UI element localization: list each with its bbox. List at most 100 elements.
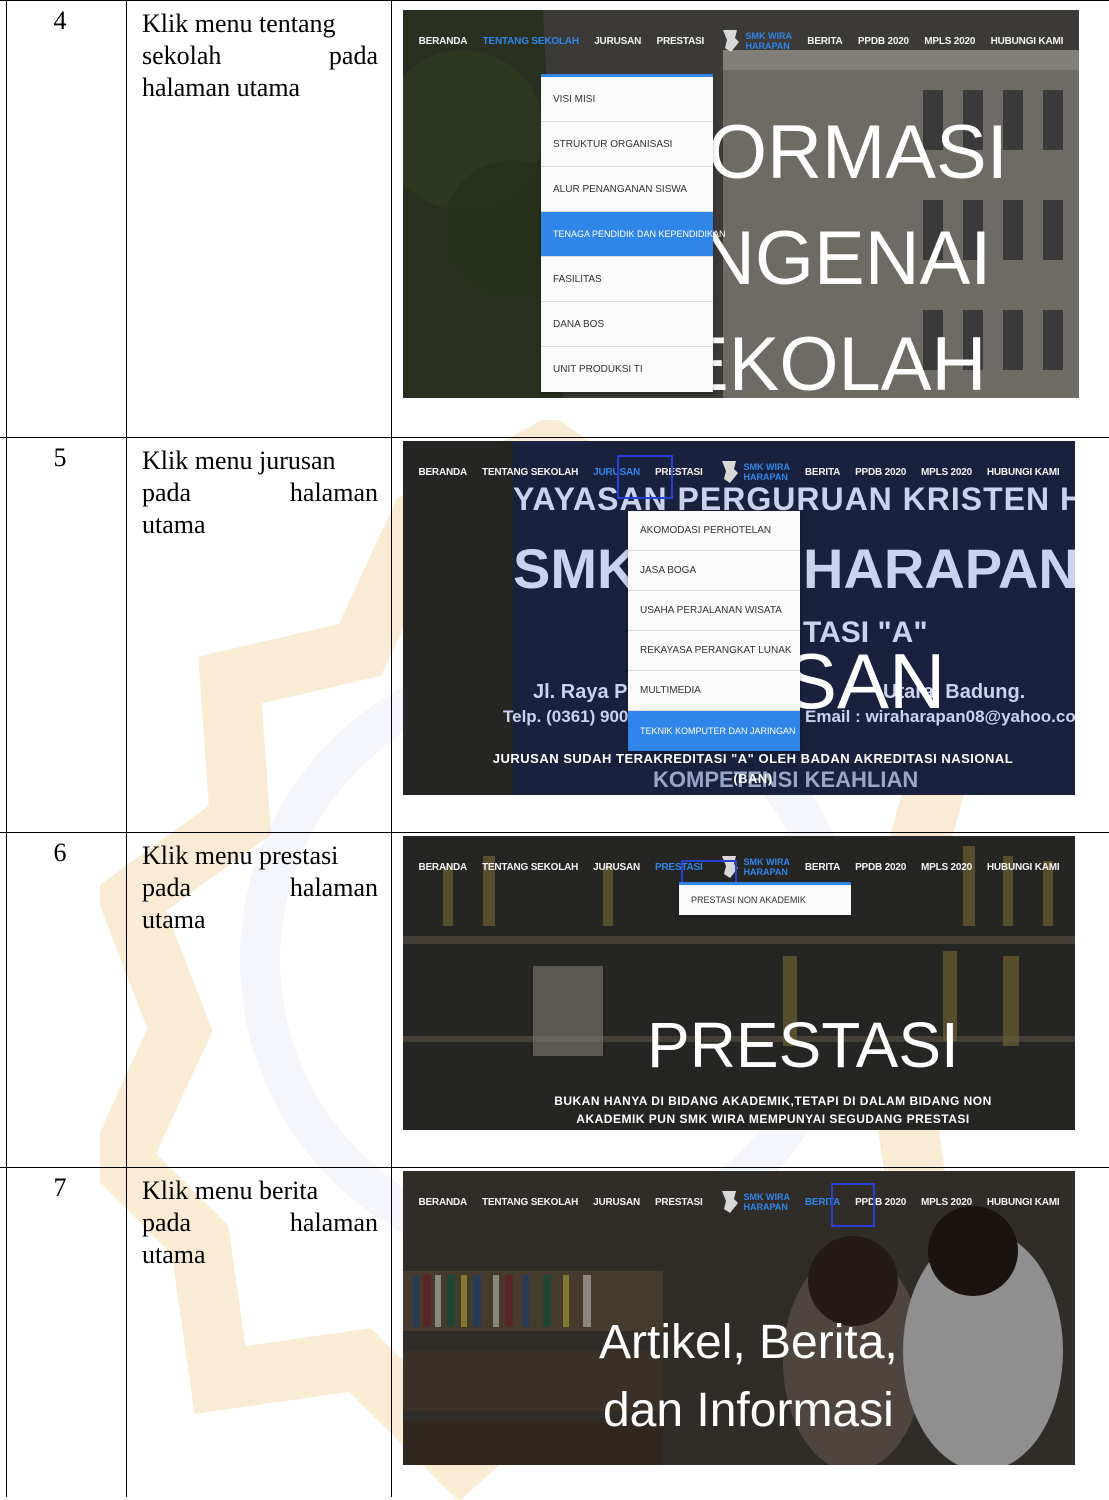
dropdown-item-selected[interactable]: TENAGA PENDIDIK DAN KEPENDIDIKAN — [541, 212, 726, 257]
description-line: pada halaman — [142, 1208, 378, 1237]
nav-hubungi-kami[interactable]: HUBUNGI KAMI — [991, 36, 1064, 47]
screenshot-berita: BERANDA TENTANG SEKOLAH JURUSAN PRESTASI… — [403, 1171, 1075, 1465]
table-row: 7 Klik menu berita pada halaman utama BE… — [0, 1167, 1109, 1497]
nav-hubungi-kami[interactable]: HUBUNGI KAMI — [987, 467, 1060, 478]
dropdown-prestasi: PRESTASI NON AKADEMIK — [679, 882, 851, 915]
hero-subtitle: BUKAN HANYA DI BIDANG AKADEMIK,TETAPI DI… — [533, 1092, 1013, 1128]
hero-heading: PRESTASI — [647, 1009, 959, 1081]
click-highlight-box — [617, 455, 673, 499]
subtitle-line: BUKAN HANYA DI BIDANG AKADEMIK,TETAPI DI… — [554, 1094, 992, 1108]
dropdown-item[interactable]: STRUKTUR ORGANISASI — [541, 122, 713, 167]
dropdown-item[interactable]: VISI MISI — [541, 77, 713, 122]
nav-beranda[interactable]: BERANDA — [419, 36, 468, 47]
dropdown-jurusan: AKOMODASI PERHOTELAN JASA BOGA USAHA PER… — [628, 511, 800, 751]
description-line: utama — [142, 905, 206, 934]
nav-ppdb[interactable]: PPDB 2020 — [858, 36, 909, 47]
logo-line: HARAPAN — [743, 867, 788, 877]
description-line: sekolah pada — [142, 41, 378, 70]
screenshot-prestasi: BERANDA TENTANG SEKOLAH JURUSAN PRESTASI… — [403, 836, 1075, 1130]
nav-jurusan[interactable]: JURUSAN — [593, 1197, 640, 1208]
dropdown-item[interactable]: JASA BOGA — [628, 551, 800, 591]
description-line: Klik menu berita — [142, 1176, 319, 1205]
hero-line: NGENAI — [700, 216, 992, 301]
logo-line: SMK WIRA — [743, 857, 791, 867]
step-description: Klik menu tentang sekolah pada halaman ut… — [142, 8, 378, 104]
site-navbar: BERANDA TENTANG SEKOLAH JURUSAN PRESTASI… — [403, 10, 1079, 72]
dropdown-item[interactable]: USAHA PERJALANAN WISATA — [628, 591, 800, 631]
logo-line: SMK WIRA — [743, 1192, 791, 1202]
nav-hubungi-kami[interactable]: HUBUNGI KAMI — [987, 862, 1060, 873]
nav-tentang-sekolah[interactable]: TENTANG SEKOLAH — [482, 467, 578, 478]
dropdown-item[interactable]: DANA BOS — [541, 302, 713, 347]
dropdown-item[interactable]: UNIT PRODUKSI TI — [541, 347, 713, 392]
site-navbar: BERANDA TENTANG SEKOLAH JURUSAN PRESTASI… — [403, 1171, 1075, 1233]
nav-prestasi[interactable]: PRESTASI — [656, 36, 704, 47]
logo-line: SMK WIRA — [745, 31, 792, 41]
nav-mpls[interactable]: MPLS 2020 — [921, 862, 972, 873]
step-number: 7 — [53, 1173, 67, 1202]
logo-icon — [721, 461, 738, 483]
step-number: 4 — [53, 6, 67, 35]
table-row: 6 Klik menu prestasi pada halaman utama B… — [0, 832, 1109, 1167]
step-number: 6 — [53, 838, 67, 867]
screenshot-jurusan: YAYASAN PERGURUAN KRISTEN HARAPAN SMK HA… — [403, 441, 1075, 795]
description-line: utama — [142, 510, 206, 539]
school-logo[interactable]: SMK WIRA HARAPAN — [719, 28, 792, 54]
nav-tentang-sekolah[interactable]: TENTANG SEKOLAH — [483, 36, 579, 47]
nav-ppdb[interactable]: PPDB 2020 — [855, 862, 906, 873]
hero-line: Artikel, Berita, — [599, 1316, 898, 1369]
step-description: Klik menu berita pada halaman utama — [142, 1175, 378, 1271]
subtitle-line: JURUSAN SUDAH TERAKREDITASI "A" OLEH BAD… — [492, 751, 1014, 766]
description-line: Klik menu tentang — [142, 9, 336, 38]
hero-line: ORMASI — [708, 110, 1008, 195]
dropdown-item[interactable]: REKAYASA PERANGKAT LUNAK — [628, 631, 800, 671]
sign-line-smk: SMK — [513, 537, 638, 600]
dropdown-item-selected[interactable]: TEKNIK KOMPUTER DAN JARINGAN — [628, 711, 800, 751]
dropdown-item[interactable]: MULTIMEDIA — [628, 671, 800, 711]
logo-line: HARAPAN — [743, 1202, 788, 1212]
hero-line: EKOLAH — [678, 322, 987, 398]
dropdown-item[interactable]: PRESTASI NON AKADEMIK — [679, 885, 851, 915]
subtitle-line: (BAN) — [733, 771, 773, 786]
step-description: Klik menu jurusan pada halaman utama — [142, 445, 378, 541]
nav-mpls[interactable]: MPLS 2020 — [921, 467, 972, 478]
description-line: pada halaman — [142, 873, 378, 902]
sign-line-phone: Telp. (0361) 90042 — [503, 707, 648, 726]
nav-hubungi-kami[interactable]: HUBUNGI KAMI — [987, 1197, 1060, 1208]
nav-jurusan[interactable]: JURUSAN — [593, 862, 640, 873]
nav-beranda[interactable]: BERANDA — [418, 467, 467, 478]
logo-line: HARAPAN — [745, 41, 790, 51]
table-row: 5 Klik menu jurusan pada halaman utama YA… — [0, 437, 1109, 832]
test-case-table: 4 Klik menu tentang sekolah pada halaman … — [0, 0, 1109, 1497]
description-line: Klik menu jurusan — [142, 446, 336, 475]
click-highlight-box — [831, 1183, 875, 1227]
description-line: Klik menu prestasi — [142, 841, 339, 870]
nav-jurusan[interactable]: JURUSAN — [594, 36, 641, 47]
nav-berita[interactable]: BERITA — [805, 862, 840, 873]
hero-subtitle: JURUSAN SUDAH TERAKREDITASI "A" OLEH BAD… — [483, 749, 1023, 789]
school-logo[interactable]: SMK WIRA HARAPAN — [718, 459, 790, 485]
hero-heading: SAN — [785, 637, 946, 725]
sign-line-harapan: HARAPAN — [803, 537, 1075, 600]
dropdown-tentang-sekolah: VISI MISI STRUKTUR ORGANISASI ALUR PENAN… — [541, 74, 726, 392]
dropdown-item[interactable]: ALUR PENANGANAN SISWA — [541, 167, 713, 212]
nav-beranda[interactable]: BERANDA — [418, 862, 467, 873]
nav-beranda[interactable]: BERANDA — [418, 1197, 467, 1208]
nav-tentang-sekolah[interactable]: TENTANG SEKOLAH — [482, 1197, 578, 1208]
step-number: 5 — [53, 443, 67, 472]
dropdown-item[interactable]: FASILITAS — [541, 257, 713, 302]
nav-mpls[interactable]: MPLS 2020 — [924, 36, 975, 47]
nav-ppdb[interactable]: PPDB 2020 — [855, 467, 906, 478]
nav-berita[interactable]: BERITA — [805, 467, 840, 478]
table-row: 4 Klik menu tentang sekolah pada halaman … — [0, 0, 1109, 437]
screenshot-tentang-sekolah: BERANDA TENTANG SEKOLAH JURUSAN PRESTASI… — [403, 10, 1079, 398]
logo-line: HARAPAN — [743, 472, 788, 482]
nav-prestasi[interactable]: PRESTASI — [655, 1197, 703, 1208]
subtitle-line: AKADEMIK PUN SMK WIRA MEMPUNYAI SEGUDANG… — [576, 1112, 970, 1126]
nav-tentang-sekolah[interactable]: TENTANG SEKOLAH — [482, 862, 578, 873]
nav-mpls[interactable]: MPLS 2020 — [921, 1197, 972, 1208]
nav-berita[interactable]: BERITA — [807, 36, 842, 47]
school-logo[interactable]: SMK WIRA HARAPAN — [718, 1189, 791, 1215]
dropdown-item[interactable]: AKOMODASI PERHOTELAN — [628, 511, 800, 551]
step-description: Klik menu prestasi pada halaman utama — [142, 840, 378, 936]
